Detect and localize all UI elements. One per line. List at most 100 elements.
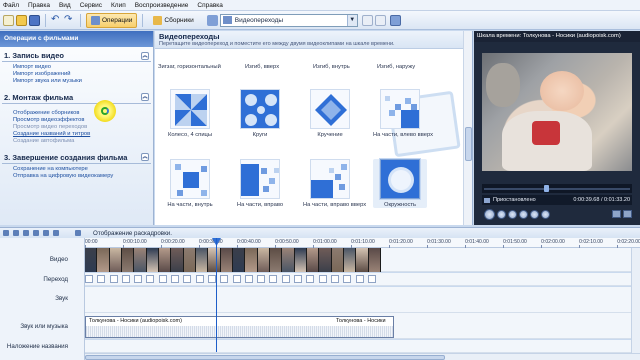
transition-slot[interactable] (207, 275, 216, 283)
transition-slot[interactable] (318, 275, 327, 283)
rewind-icon[interactable] (530, 209, 539, 219)
video-clip[interactable] (109, 248, 122, 272)
video-clips[interactable] (85, 248, 381, 272)
rewind-timeline-icon[interactable] (43, 230, 49, 236)
transition-slot[interactable] (232, 275, 241, 283)
tile-label[interactable]: Изгиб, вверх (245, 64, 279, 70)
transition-tile[interactable]: На части, влево вверх (373, 89, 433, 138)
split-clip-icon[interactable] (612, 210, 621, 218)
timeline-vertical-scrollbar[interactable] (631, 248, 640, 353)
scrollbar-thumb[interactable] (465, 127, 472, 161)
collection-combo[interactable]: Видеопереходы ▼ (219, 13, 358, 27)
transition-slot[interactable] (121, 275, 130, 283)
transition-slot[interactable] (109, 275, 118, 283)
tile-label[interactable]: Зигзаг, горизонтальный (158, 64, 221, 70)
transition-slot[interactable] (97, 275, 106, 283)
task-link[interactable]: Импорт звука или музыки (13, 78, 151, 85)
transition-slot[interactable] (183, 275, 192, 283)
timeline-scrollbar[interactable] (85, 353, 640, 360)
transition-slot[interactable] (281, 275, 290, 283)
transition-slot[interactable] (134, 275, 143, 283)
zoom-in-icon[interactable] (23, 230, 29, 236)
section-title[interactable]: 2. Монтаж фильма ︽ (2, 92, 151, 104)
collapse-icon[interactable]: ︽ (141, 153, 149, 162)
video-clip[interactable] (368, 248, 381, 272)
timeline-view-icon[interactable] (75, 230, 81, 236)
title-overlay-track[interactable] (85, 340, 640, 353)
undo-icon[interactable]: ↶ (51, 14, 62, 26)
video-clip[interactable] (282, 248, 295, 272)
video-clip[interactable] (331, 248, 344, 272)
music-track[interactable]: Толкунова - Носики (audiopoisk.com) Толк… (85, 313, 640, 339)
previous-frame-icon[interactable] (508, 209, 517, 219)
video-clip[interactable] (319, 248, 332, 272)
transition-slot[interactable] (146, 275, 155, 283)
video-clip[interactable] (195, 248, 209, 272)
video-clip[interactable] (220, 248, 233, 272)
transition-slot[interactable] (158, 275, 167, 283)
scrollbar-thumb[interactable] (85, 355, 445, 360)
menu-tools[interactable]: Сервис (80, 2, 102, 9)
transition-slots[interactable] (85, 275, 381, 284)
views-icon[interactable] (389, 14, 401, 26)
video-clip[interactable] (134, 248, 147, 272)
video-clip[interactable] (97, 248, 110, 272)
video-clip[interactable] (183, 248, 196, 272)
storyboard-icon[interactable] (3, 230, 9, 236)
transition-slot[interactable] (330, 275, 339, 283)
transition-slot[interactable] (294, 275, 303, 283)
play-icon[interactable] (484, 208, 495, 220)
transition-slot[interactable] (195, 275, 204, 283)
transition-tile[interactable]: На части, внутрь (163, 159, 217, 208)
video-clip[interactable] (245, 248, 258, 272)
operations-button[interactable]: Операции (86, 12, 138, 28)
video-clip[interactable] (306, 248, 320, 272)
tile-label[interactable]: Изгиб, наружу (377, 64, 415, 70)
narrate-icon[interactable] (13, 230, 19, 236)
collapse-icon[interactable]: ︽ (141, 51, 149, 60)
video-clip[interactable] (171, 248, 184, 272)
transition-slot[interactable] (269, 275, 278, 283)
menu-file[interactable]: Файл (3, 2, 19, 9)
video-clip[interactable] (208, 248, 221, 272)
video-clip[interactable] (356, 248, 369, 272)
transition-tile[interactable]: На части, вправо вверх (303, 159, 366, 208)
video-clip[interactable] (269, 248, 283, 272)
menu-help[interactable]: Справка (197, 2, 223, 9)
transition-slot[interactable] (257, 275, 266, 283)
redo-icon[interactable]: ↷ (64, 14, 75, 26)
task-link[interactable]: Создание названий и титров (13, 131, 151, 138)
snapshot-icon[interactable] (623, 210, 632, 218)
music-clip[interactable]: Толкунова - Носики (audiopoisk.com) Толк… (85, 316, 394, 338)
transition-slot[interactable] (306, 275, 315, 283)
transition-slot[interactable] (343, 275, 352, 283)
transition-track[interactable] (85, 273, 640, 286)
task-link[interactable]: Отображение сборников (13, 110, 151, 117)
up-folder-icon[interactable] (361, 14, 373, 26)
video-clip[interactable] (158, 248, 172, 272)
transition-tile[interactable]: Круги (233, 89, 287, 138)
play-timeline-icon[interactable] (53, 230, 59, 236)
task-link[interactable]: Импорт изображений (13, 71, 151, 78)
video-clip[interactable] (343, 248, 357, 272)
save-project-icon[interactable] (29, 14, 40, 26)
task-link[interactable]: Создание автофильма (13, 138, 151, 145)
transition-slot[interactable] (220, 275, 229, 283)
transition-tile[interactable]: Колесо, 4 спицы (163, 89, 217, 138)
section-title[interactable]: 1. Запись видео ︽ (2, 50, 151, 62)
timeline-mode-label[interactable]: Отображение раскадровки. (93, 230, 172, 237)
task-link[interactable]: Отправка на цифровую видеокамеру (13, 173, 151, 180)
transition-slot[interactable] (244, 275, 253, 283)
transition-slot[interactable] (355, 275, 364, 283)
transition-slot[interactable] (367, 275, 376, 283)
menu-view[interactable]: Вид (59, 2, 71, 9)
video-clip[interactable] (257, 248, 270, 272)
seek-knob[interactable] (544, 185, 550, 192)
section-title[interactable]: 3. Завершение создания фильма ︽ (2, 152, 151, 164)
menu-clip[interactable]: Клип (111, 2, 126, 9)
task-link[interactable]: Сохранение на компьютере (13, 166, 151, 173)
stop-icon[interactable] (497, 209, 506, 219)
audio-track[interactable] (85, 287, 640, 313)
playhead-line[interactable] (216, 238, 217, 352)
seek-bar[interactable] (482, 184, 632, 193)
